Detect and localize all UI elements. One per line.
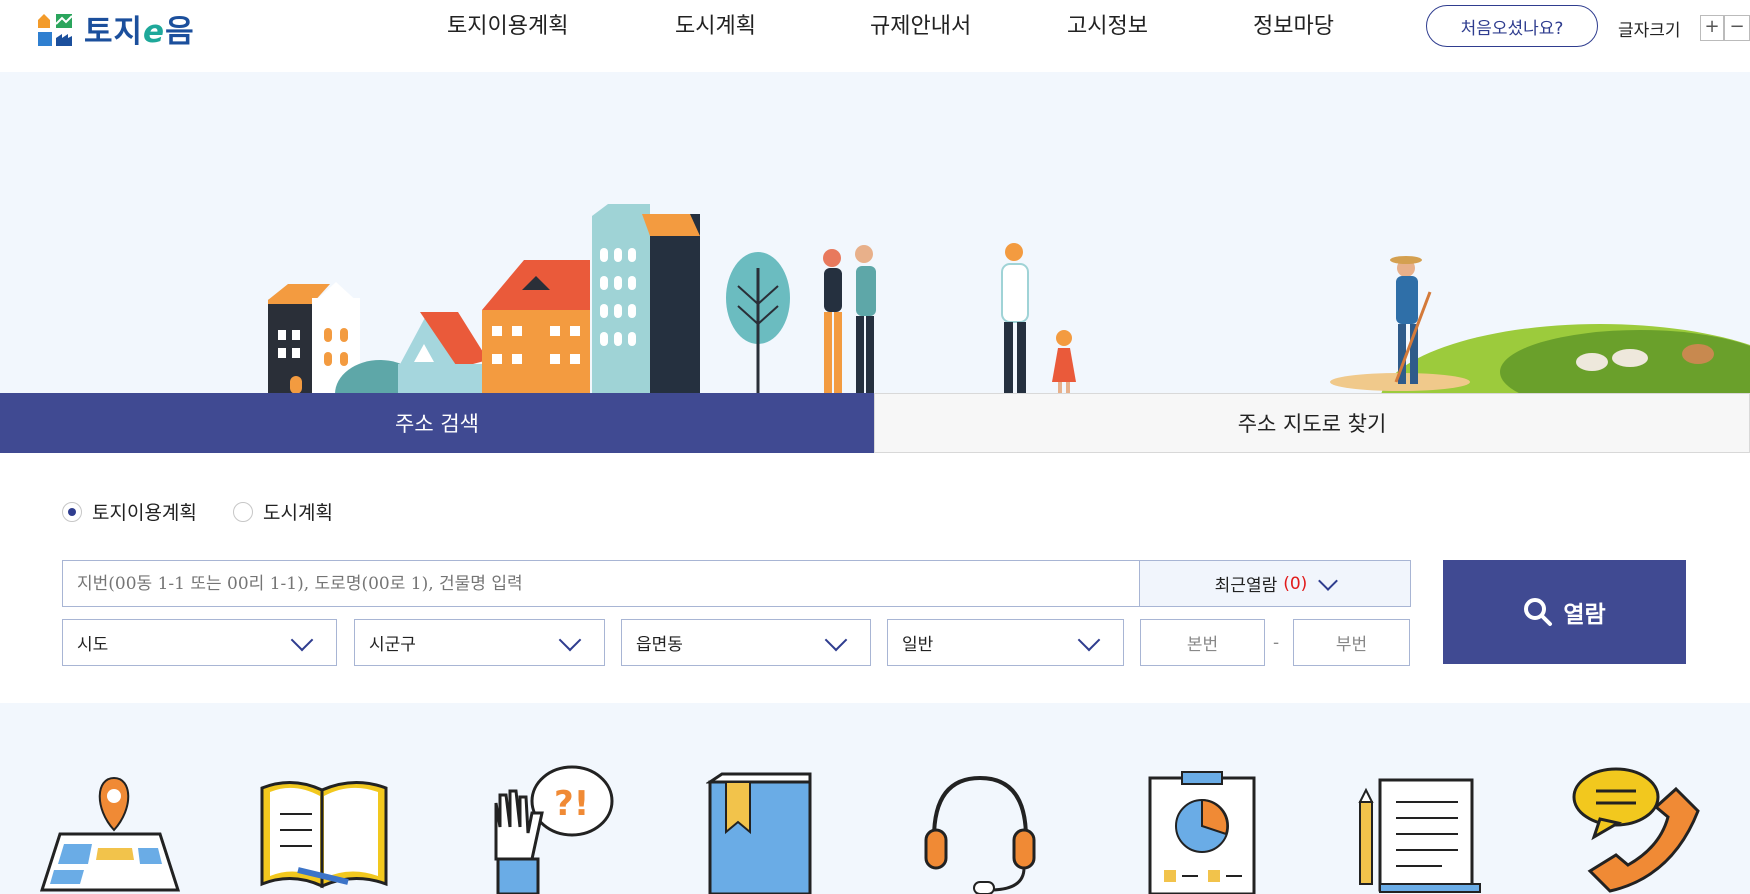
address-search-input[interactable] bbox=[62, 560, 1140, 607]
radio-dot[interactable] bbox=[62, 501, 82, 522]
select-land-type[interactable]: 일반 bbox=[887, 619, 1124, 666]
map-pin-icon[interactable] bbox=[40, 774, 180, 894]
phone-chat-icon[interactable] bbox=[1572, 767, 1702, 894]
radio-land-use-plan[interactable]: 토지이용계획 bbox=[62, 498, 197, 525]
svg-text:?!: ?! bbox=[554, 784, 589, 824]
font-size-label: 글자크기 bbox=[1618, 21, 1681, 41]
chevron-down-icon bbox=[1077, 628, 1101, 652]
radio-label: 도시계획 bbox=[263, 502, 333, 524]
nav-notice-info[interactable]: 고시정보 bbox=[1067, 8, 1148, 40]
document-scroll-icon[interactable] bbox=[1352, 772, 1484, 894]
radio-urban-plan[interactable]: 도시계획 bbox=[233, 498, 333, 525]
headset-icon[interactable] bbox=[924, 772, 1036, 894]
view-button-label: 열람 bbox=[1563, 602, 1606, 628]
header: 토지e음 토지이용계획 도시계획 규제안내서 고시정보 정보마당 처음오셨나요?… bbox=[0, 0, 1750, 72]
site-logo[interactable]: 토지e음 bbox=[36, 6, 195, 51]
hero-banner bbox=[0, 72, 1750, 394]
select-value: 일반 bbox=[902, 635, 934, 655]
logo-mark-icon bbox=[38, 13, 73, 46]
number-separator: - bbox=[1273, 633, 1280, 653]
nav-info-plaza[interactable]: 정보마당 bbox=[1253, 8, 1334, 40]
radio-label: 토지이용계획 bbox=[92, 502, 197, 524]
recent-count: (0) bbox=[1283, 573, 1308, 594]
open-book-icon[interactable] bbox=[258, 774, 390, 894]
tab-map-search[interactable]: 주소 지도로 찾기 bbox=[874, 393, 1750, 453]
nav-regulation-guide[interactable]: 규제안내서 bbox=[870, 8, 971, 40]
sub-number-input[interactable]: 부번 bbox=[1293, 619, 1410, 666]
question-hand-icon[interactable]: ?! bbox=[486, 763, 616, 894]
font-decrease-button[interactable]: − bbox=[1724, 15, 1750, 41]
font-increase-button[interactable]: + bbox=[1700, 15, 1724, 41]
select-sido[interactable]: 시도 bbox=[62, 619, 337, 666]
tab-address-search[interactable]: 주소 검색 bbox=[0, 393, 874, 453]
first-visit-button[interactable]: 처음오셨나요? bbox=[1426, 5, 1598, 47]
chevron-down-icon bbox=[290, 628, 314, 652]
pie-chart-board-icon[interactable] bbox=[1146, 770, 1258, 894]
recent-label: 최근열람 bbox=[1214, 576, 1278, 596]
search-panel: 토지이용계획 도시계획 최근열람 (0) 시도 시군구 읍면동 일반 본번 - … bbox=[0, 453, 1750, 704]
search-icon bbox=[1524, 598, 1553, 626]
chevron-down-icon bbox=[1318, 570, 1339, 591]
select-eupmyeondong[interactable]: 읍면동 bbox=[621, 619, 871, 666]
select-value: 시도 bbox=[77, 635, 109, 655]
select-value: 읍면동 bbox=[636, 635, 683, 655]
recent-view-dropdown[interactable]: 최근열람 (0) bbox=[1140, 560, 1411, 607]
quick-menu: ?! bbox=[0, 703, 1750, 894]
select-value: 시군구 bbox=[369, 635, 416, 655]
chevron-down-icon bbox=[824, 628, 848, 652]
select-sigungu[interactable]: 시군구 bbox=[354, 619, 605, 666]
search-tabs: 주소 검색 주소 지도로 찾기 bbox=[0, 393, 1750, 465]
radio-dot[interactable] bbox=[233, 501, 253, 522]
town-illustration bbox=[268, 204, 1750, 394]
logo-text: 토지e음 bbox=[84, 14, 195, 50]
main-number-input[interactable]: 본번 bbox=[1140, 619, 1265, 666]
chevron-down-icon bbox=[558, 628, 582, 652]
nav-urban-plan[interactable]: 도시계획 bbox=[675, 8, 756, 40]
bookmark-book-icon[interactable] bbox=[706, 772, 814, 894]
view-button[interactable]: 열람 bbox=[1443, 560, 1686, 664]
nav-land-use-plan[interactable]: 토지이용계획 bbox=[447, 8, 568, 40]
